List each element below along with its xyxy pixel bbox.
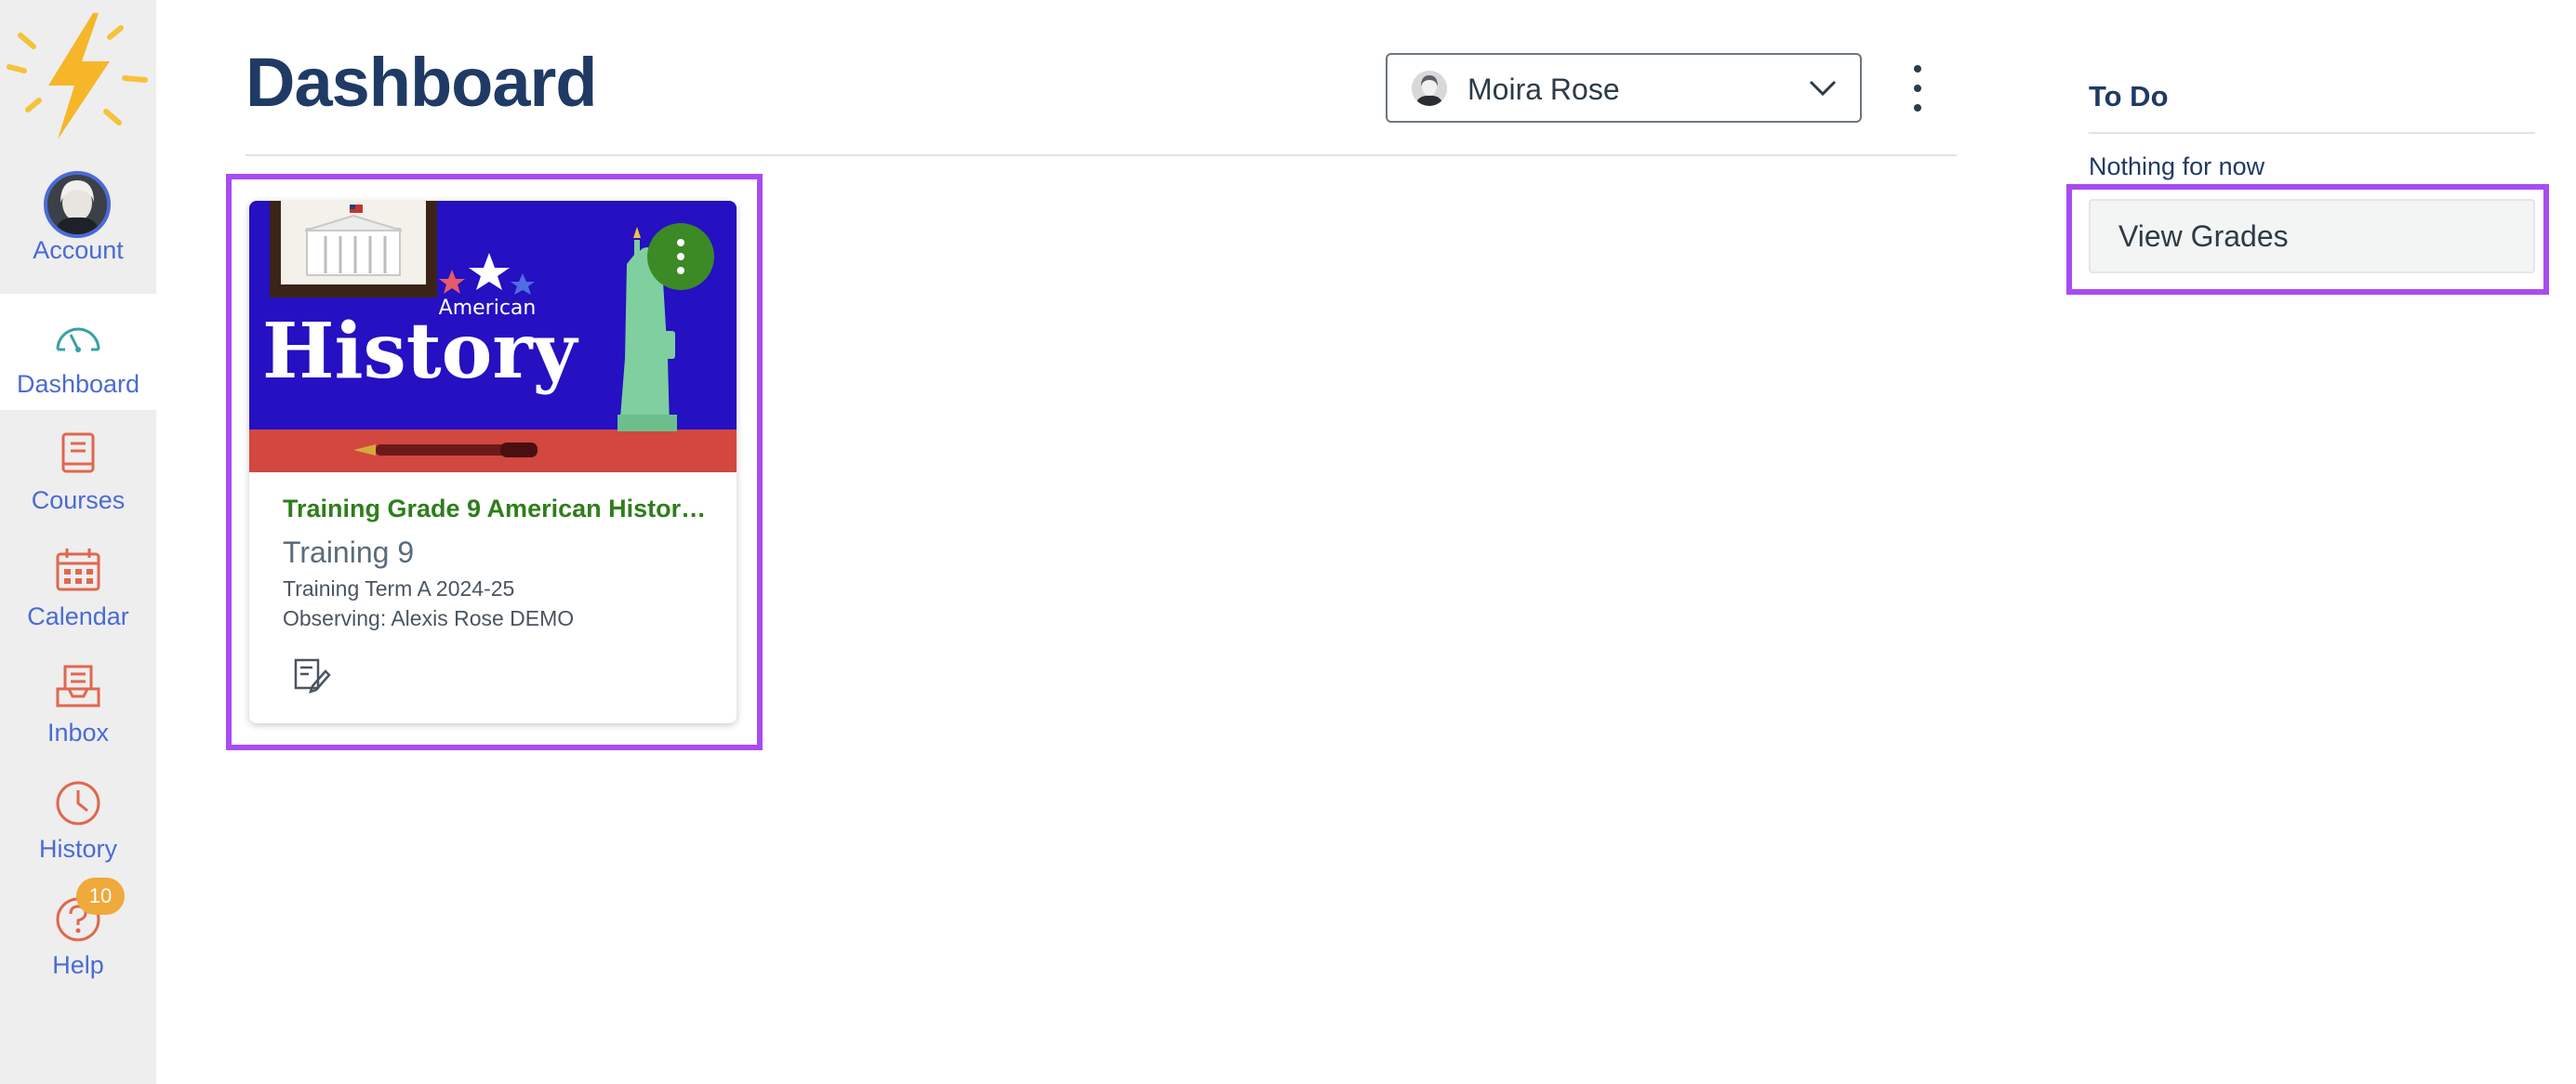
course-card-title[interactable]: Training Grade 9 American History… [283, 495, 710, 523]
header-divider [246, 154, 1957, 156]
nav-item-account[interactable]: Account [0, 160, 156, 276]
page-title: Dashboard [246, 44, 598, 121]
course-card-term: Training Term A 2024-25 [283, 576, 515, 601]
book-icon [61, 432, 95, 473]
todo-divider [2089, 132, 2535, 134]
dashboard-options-kebab-icon[interactable] [1903, 65, 1932, 112]
course-card[interactable]: American History Training Grade 9 Americ… [249, 201, 737, 723]
nav-label-courses: Courses [31, 486, 126, 514]
nav-item-dashboard[interactable]: Dashboard [0, 294, 156, 410]
nav-item-courses[interactable]: Courses [0, 410, 156, 526]
observer-select[interactable]: Moira Rose [1386, 53, 1862, 123]
nav-label-account: Account [33, 236, 124, 264]
view-grades-button[interactable]: View Grades [2089, 199, 2535, 273]
gauge-icon [56, 327, 100, 352]
lightning-logo-icon[interactable] [0, 0, 156, 149]
nav-label-help: Help [52, 951, 104, 979]
chevron-down-icon [1809, 80, 1837, 97]
avatar [44, 171, 111, 238]
nav-item-history[interactable]: History [0, 759, 156, 875]
clock-icon [56, 781, 100, 826]
course-card-code: Training 9 [283, 535, 415, 569]
nav-label-dashboard: Dashboard [16, 370, 140, 398]
course-card-options-kebab-icon[interactable] [647, 223, 714, 290]
global-navigation: Account Dashboard Courses Calendar Inbox… [0, 0, 156, 1084]
nav-item-calendar[interactable]: Calendar [0, 526, 156, 642]
todo-heading: To Do [2089, 80, 2169, 112]
help-badge: 10 [76, 878, 125, 915]
course-card-observing: Observing: Alexis Rose DEMO [283, 606, 575, 630]
nav-item-inbox[interactable]: Inbox [0, 642, 156, 759]
nav-label-calendar: Calendar [27, 602, 129, 630]
todo-empty-message: Nothing for now [2089, 152, 2265, 180]
nav-label-history: History [38, 835, 117, 863]
observer-avatar [1412, 71, 1447, 106]
hero-word-large: History [262, 307, 579, 396]
nav-label-inbox: Inbox [46, 719, 110, 747]
assignments-icon[interactable] [290, 654, 331, 695]
calendar-icon [56, 549, 100, 591]
observer-name: Moira Rose [1467, 73, 1620, 106]
inbox-icon [56, 665, 100, 707]
